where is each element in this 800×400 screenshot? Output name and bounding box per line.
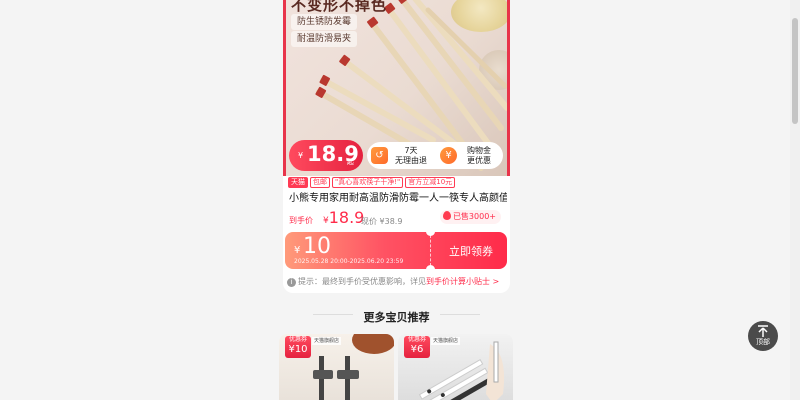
recommendation-card-2[interactable]: 优惠券 ¥6 天猫旗舰店 — [398, 334, 513, 400]
claim-coupon-button[interactable]: 立即领券 — [435, 243, 507, 259]
tip-text: 提示：最终到手价受优惠影响，详见 — [298, 277, 426, 286]
product-hero-image[interactable]: 不变形不掉色 防生锈防发霉 耐温防滑易夹 ¥ 18.9 起 ↺ 7天 无理由退 … — [283, 0, 510, 176]
promo-coins-line1: 购物金 — [467, 146, 491, 155]
section-title: 更多宝贝推荐 — [363, 311, 430, 324]
tag-tmall: 天猫 — [288, 177, 308, 188]
price-tip: i 提示：最终到手价受优惠影响，详见到手价计算小贴士 > — [287, 276, 499, 287]
tag-free-shipping: 包邮 — [310, 177, 330, 188]
back-to-top-button[interactable]: 顶部 — [748, 321, 778, 351]
final-price: ¥18.9 — [323, 208, 364, 227]
product-card[interactable]: 不变形不掉色 防生锈防发霉 耐温防滑易夹 ¥ 18.9 起 ↺ 7天 无理由退 … — [283, 0, 510, 293]
hero-price-unit: 起 — [347, 158, 354, 166]
coupon-badge-1: 优惠券 ¥10 — [285, 336, 311, 358]
back-to-top-label: 顶部 — [756, 338, 770, 346]
flame-icon — [442, 211, 451, 220]
tag-review-quote: "真心喜欢筷子干净!" — [332, 177, 404, 188]
promo-coins-line2: 更优惠 — [467, 156, 491, 165]
coupon-badge-label-2: 优惠券 — [407, 336, 426, 343]
final-price-value: 18.9 — [328, 208, 365, 227]
scrollbar[interactable] — [790, 0, 800, 400]
promo-return-line2: 无理由退 — [395, 156, 427, 165]
hero-headline: 不变形不掉色 — [291, 0, 388, 14]
coupon-date-range: 2025.05.28 20:00-2025.06.20 23:59 — [294, 258, 404, 265]
coupon-divider — [430, 235, 431, 266]
product-title[interactable]: 小熊专用家用耐高温防滑防霉一人一筷专人高颜值... — [289, 192, 507, 205]
return-icon: ↺ — [371, 147, 388, 164]
sold-count-badge: 已售3000+ — [439, 210, 501, 224]
shop-tag-1: 天猫旗舰店 — [312, 337, 342, 345]
coupon-amount: 10 — [303, 234, 331, 259]
more-items-heading: 更多宝贝推荐 — [283, 306, 510, 324]
coupon-badge-2: 优惠券 ¥6 — [404, 336, 430, 358]
final-price-label: 到手价 — [289, 216, 313, 225]
promo-return-line1: 7天 — [404, 146, 418, 155]
promo-coins: 购物金 更优惠 — [459, 146, 499, 166]
recommendation-card-1[interactable]: 优惠券 ¥10 天猫旗舰店 — [279, 334, 394, 400]
hero-feature-2: 耐温防滑易夹 — [291, 31, 358, 47]
product-tags: 天猫 包邮 "真心喜欢筷子干净!" 官方立减10元 — [288, 177, 456, 188]
coupon-banner[interactable]: ¥ 10 2025.05.28 20:00-2025.06.20 23:59 立… — [285, 232, 507, 269]
coupon-currency: ¥ — [294, 245, 301, 256]
info-icon: i — [287, 278, 296, 287]
hero-price-bubble: ¥ 18.9 起 — [289, 140, 363, 171]
promo-pill: ↺ 7天 无理由退 ¥ 购物金 更优惠 — [367, 142, 503, 169]
coupon-badge-label-1: 优惠券 — [288, 336, 307, 343]
coupon-badge-value-1: ¥10 — [288, 344, 308, 355]
hero-feature-1: 防生锈防发霉 — [291, 14, 358, 30]
tag-discount: 官方立减10元 — [405, 177, 456, 188]
sold-count: 已售3000+ — [452, 212, 496, 221]
coupon-badge-value-2: ¥6 — [410, 344, 424, 355]
promo-return: 7天 无理由退 — [390, 146, 432, 166]
page: 不变形不掉色 防生锈防发霉 耐温防滑易夹 ¥ 18.9 起 ↺ 7天 无理由退 … — [0, 0, 800, 400]
arrow-up-icon — [758, 325, 768, 337]
scrollbar-thumb[interactable] — [792, 18, 798, 124]
shop-tag-2: 天猫旗舰店 — [431, 337, 461, 345]
coin-bag-icon: ¥ — [440, 147, 457, 164]
original-price: 现价 ¥38.9 — [361, 217, 403, 226]
hero-price-currency: ¥ — [298, 151, 304, 160]
price-tips-link[interactable]: 到手价计算小贴士 > — [426, 277, 499, 286]
